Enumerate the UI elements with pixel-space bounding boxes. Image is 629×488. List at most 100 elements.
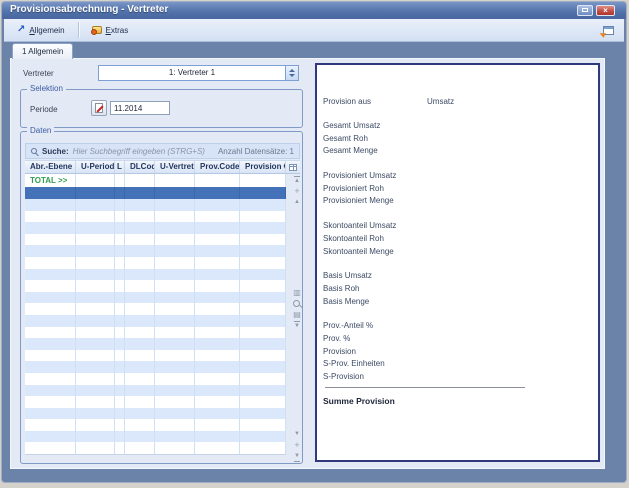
app-window: Provisionsabrechnung - Vertreter ↗ Allge… bbox=[1, 1, 627, 483]
grid-empty-row[interactable] bbox=[25, 442, 286, 454]
grid-empty-row[interactable] bbox=[25, 303, 286, 315]
toolbar: ↗ Allgemein Extras bbox=[4, 19, 624, 42]
grid-empty-row[interactable] bbox=[25, 385, 286, 397]
grid-cell bbox=[125, 222, 155, 234]
grid-column-header[interactable]: Provision € bbox=[240, 161, 286, 173]
grid-empty-row[interactable] bbox=[25, 350, 286, 362]
grid-empty-row[interactable] bbox=[25, 257, 286, 269]
grid-empty-row[interactable] bbox=[25, 361, 286, 373]
grid-empty-row[interactable] bbox=[25, 245, 286, 257]
tab-allgemein[interactable]: 1 Allgemein bbox=[12, 43, 73, 59]
grid-empty-row[interactable] bbox=[25, 315, 286, 327]
summary-group: Gesamt UmsatzGesamt RohGesamt Menge bbox=[323, 120, 592, 158]
append-row-button[interactable] bbox=[291, 441, 303, 450]
grid-empty-row[interactable] bbox=[25, 280, 286, 292]
grid-empty-row[interactable] bbox=[25, 269, 286, 281]
view-rows-button[interactable] bbox=[291, 310, 303, 319]
vertreter-select[interactable]: 1: Vertreter 1 bbox=[98, 65, 299, 81]
scroll-bottom-button[interactable] bbox=[291, 452, 303, 461]
grid-cell bbox=[125, 361, 155, 373]
summe-provision-label: Summe Provision bbox=[323, 396, 592, 406]
grid-cell bbox=[25, 361, 76, 373]
grid-cell bbox=[125, 245, 155, 257]
extras-menu-button[interactable]: Extras bbox=[85, 21, 136, 40]
tab-page: Vertreter 1: Vertreter 1 Selektion Perio… bbox=[10, 58, 605, 469]
choose-columns-button[interactable] bbox=[291, 288, 303, 297]
grid-cell bbox=[76, 327, 115, 339]
grid-cell bbox=[240, 361, 286, 373]
grid-empty-row[interactable] bbox=[25, 396, 286, 408]
grid-cell bbox=[115, 373, 125, 385]
grid-cell bbox=[125, 385, 155, 397]
grid-empty-row[interactable] bbox=[25, 373, 286, 385]
column-chooser-icon bbox=[289, 164, 297, 171]
grid-empty-row[interactable] bbox=[25, 199, 286, 211]
grid-cell bbox=[25, 442, 76, 454]
grid-cell bbox=[155, 234, 195, 246]
grid-empty-row[interactable] bbox=[25, 431, 286, 443]
grid-cell bbox=[195, 269, 240, 281]
grid-cell bbox=[76, 280, 115, 292]
close-icon bbox=[597, 6, 614, 15]
grid-total-row[interactable]: TOTAL >> bbox=[25, 174, 286, 187]
grid-empty-row[interactable] bbox=[25, 292, 286, 304]
grid-cell bbox=[25, 419, 76, 431]
periode-input[interactable] bbox=[110, 101, 170, 115]
insert-row-button[interactable] bbox=[291, 187, 303, 196]
restore-button[interactable] bbox=[577, 5, 593, 16]
grid-cell bbox=[195, 396, 240, 408]
grid-cell bbox=[195, 315, 240, 327]
summary-label: Skontoanteil Roh bbox=[323, 233, 592, 246]
titlebar[interactable]: Provisionsabrechnung - Vertreter bbox=[2, 2, 626, 19]
grid-column-header[interactable]: L bbox=[115, 161, 125, 173]
grid-search-bar[interactable]: Suche: Hier Suchbegriff eingeben (STRG+S… bbox=[25, 143, 300, 159]
extras-icon bbox=[92, 26, 102, 34]
grid-cell bbox=[25, 350, 76, 362]
grid-header: Abr.-EbeneU-PeriodeLDLCodeU-VertreterPro… bbox=[25, 160, 300, 174]
periode-picker-button[interactable] bbox=[91, 100, 107, 116]
grid-empty-row[interactable] bbox=[25, 338, 286, 350]
grid-cell bbox=[125, 315, 155, 327]
grid-selected-row[interactable] bbox=[25, 187, 286, 199]
grid-empty-row[interactable] bbox=[25, 408, 286, 420]
grid-cell bbox=[195, 361, 240, 373]
scroll-top-button[interactable] bbox=[291, 176, 303, 185]
grid-cell bbox=[125, 442, 155, 454]
grid-search-button[interactable] bbox=[291, 299, 303, 308]
grid-cell bbox=[25, 234, 76, 246]
filter-button[interactable] bbox=[291, 321, 303, 330]
grid-empty-row[interactable] bbox=[25, 234, 286, 246]
arrow-up-right-icon: ↗ bbox=[17, 25, 25, 35]
open-form-button[interactable] bbox=[600, 23, 616, 38]
rail-bottom-group bbox=[291, 430, 303, 461]
grid-empty-row[interactable] bbox=[25, 327, 286, 339]
grid-cell bbox=[195, 187, 240, 199]
grid-column-header[interactable]: U-Periode bbox=[76, 161, 115, 173]
grid-column-header[interactable]: Abr.-Ebene bbox=[25, 161, 76, 173]
grid-empty-row[interactable] bbox=[25, 222, 286, 234]
grid-cell bbox=[115, 257, 125, 269]
grid-cell bbox=[125, 234, 155, 246]
grid-cell bbox=[155, 350, 195, 362]
grid-column-header[interactable]: U-Vertreter bbox=[155, 161, 195, 173]
grid-cell bbox=[25, 408, 76, 420]
close-button[interactable] bbox=[596, 5, 615, 16]
grid-empty-row[interactable] bbox=[25, 419, 286, 431]
scroll-down-button[interactable] bbox=[291, 430, 303, 439]
spinner-icon[interactable] bbox=[285, 66, 298, 80]
grid-cell bbox=[115, 442, 125, 454]
grid-column-header[interactable]: DLCode bbox=[125, 161, 155, 173]
grid-cell bbox=[240, 174, 286, 187]
allgemein-menu-button[interactable]: ↗ Allgemein bbox=[10, 21, 72, 40]
grid-cell bbox=[25, 222, 76, 234]
scroll-up-button[interactable] bbox=[291, 198, 303, 207]
grid-cell bbox=[195, 199, 240, 211]
grid-empty-row[interactable] bbox=[25, 211, 286, 223]
column-chooser-cell[interactable] bbox=[286, 161, 299, 173]
grid-cell bbox=[76, 373, 115, 385]
summary-label: Gesamt Menge bbox=[323, 145, 592, 158]
vertreter-label: Vertreter bbox=[23, 69, 54, 78]
window-arrow-icon bbox=[603, 26, 614, 35]
grid-column-header[interactable]: Prov.Code bbox=[195, 161, 240, 173]
grid-cell bbox=[25, 199, 76, 211]
